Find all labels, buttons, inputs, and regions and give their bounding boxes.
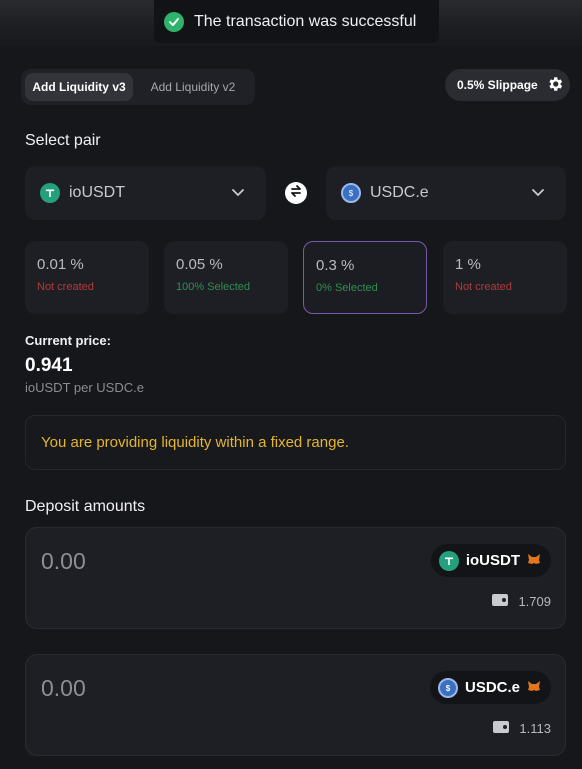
tab-add-liquidity-v2[interactable]: Add Liquidity v2	[139, 73, 247, 101]
slippage-button[interactable]: 0.5% Slippage	[445, 69, 570, 101]
current-price-value: 0.941	[25, 355, 73, 376]
token-symbol: ioUSDT	[465, 552, 520, 569]
success-toast: The transaction was successful	[154, 0, 439, 43]
toast-message: The transaction was successful	[194, 12, 417, 30]
deposit-amounts-title: Deposit amounts	[25, 498, 146, 515]
fee-tier-0.05[interactable]: 0.05 % 100% Selected	[164, 241, 288, 314]
balance-value: 1.113	[519, 721, 551, 736]
fee-status: 0% Selected	[316, 282, 378, 294]
slippage-label: 0.5% Slippage	[457, 78, 538, 92]
deposit-card-token-b: $ USDC.e 1.113	[25, 654, 566, 756]
wallet-balance: 1.113	[492, 720, 551, 737]
fee-tier-0.01[interactable]: 0.01 % Not created	[25, 241, 149, 314]
metamask-fox-icon[interactable]	[527, 552, 541, 570]
token-a-select[interactable]: ioUSDT	[25, 166, 266, 220]
current-price-unit: ioUSDT per USDC.e	[25, 380, 144, 395]
token-symbol: USDC.e	[464, 679, 520, 696]
token-b-select[interactable]: $ USDC.e	[326, 166, 566, 220]
tab-add-liquidity-v3[interactable]: Add Liquidity v3	[25, 73, 133, 101]
deposit-card-token-a: ioUSDT 1.709	[25, 527, 566, 629]
swap-pair-button[interactable]	[285, 182, 307, 204]
fee-status: 100% Selected	[176, 281, 250, 293]
token-pill[interactable]: ioUSDT	[430, 544, 551, 577]
chevron-down-icon	[230, 184, 246, 205]
range-notice: You are providing liquidity within a fix…	[25, 415, 566, 470]
token-b-symbol: USDC.e	[370, 184, 429, 201]
fee-percent: 0.05 %	[176, 256, 223, 273]
wallet-icon	[492, 720, 510, 737]
wallet-icon	[491, 593, 509, 610]
wallet-balance: 1.709	[491, 593, 551, 610]
token-pill[interactable]: $ USDC.e	[429, 671, 551, 704]
chevron-down-icon	[530, 184, 546, 205]
current-price-label: Current price:	[25, 333, 111, 348]
liquidity-version-tabs: Add Liquidity v3 Add Liquidity v2	[21, 69, 255, 105]
select-pair-title: Select pair	[25, 132, 101, 149]
svg-text:$: $	[446, 684, 451, 693]
fee-status: Not created	[37, 281, 94, 293]
svg-text:$: $	[349, 189, 354, 198]
usdc-icon: $	[437, 677, 458, 698]
fee-percent: 0.01 %	[37, 256, 84, 273]
balance-value: 1.709	[518, 594, 551, 609]
gear-icon	[546, 75, 564, 96]
fee-status: Not created	[455, 281, 512, 293]
usdc-icon: $	[341, 183, 361, 203]
tether-icon	[438, 550, 459, 571]
swap-arrows-icon	[289, 184, 303, 203]
deposit-amount-input[interactable]	[41, 675, 241, 702]
fee-percent: 1 %	[455, 256, 481, 273]
fee-tier-1[interactable]: 1 % Not created	[443, 241, 567, 314]
check-circle-icon	[164, 11, 184, 32]
metamask-fox-icon[interactable]	[527, 679, 541, 697]
tether-icon	[40, 183, 60, 203]
fee-percent: 0.3 %	[316, 257, 355, 274]
token-a-symbol: ioUSDT	[69, 184, 126, 201]
deposit-amount-input[interactable]	[41, 548, 241, 575]
fee-tier-0.3[interactable]: 0.3 % 0% Selected	[303, 241, 427, 314]
